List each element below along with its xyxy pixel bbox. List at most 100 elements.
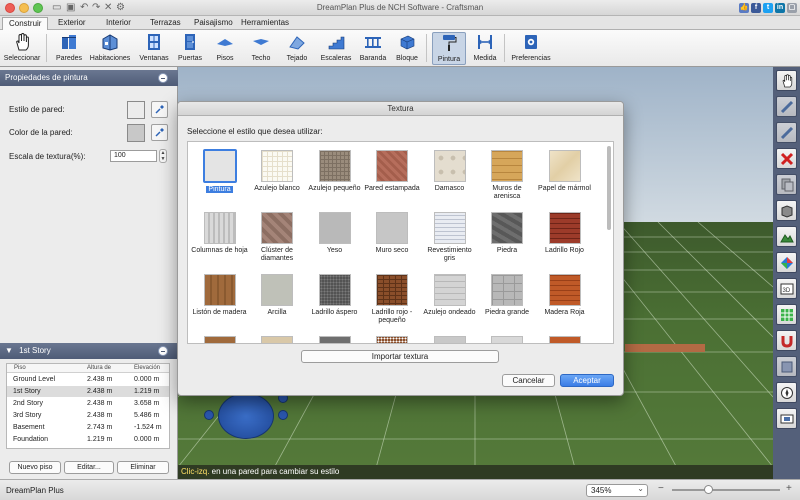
triangle-down-icon[interactable]: ▼ xyxy=(5,346,13,355)
eyedropper-button[interactable] xyxy=(151,101,168,118)
table-row[interactable]: 2nd Story 2.438 m 3.658 m xyxy=(7,398,169,409)
bloque-button[interactable]: Bloque xyxy=(392,32,422,65)
texture-scale-stepper[interactable]: ▲ ▼ xyxy=(159,149,167,163)
3d-view-icon[interactable]: 3D xyxy=(776,278,797,299)
pisos-button[interactable]: Pisos xyxy=(210,32,240,65)
collapse-icon[interactable] xyxy=(158,346,168,356)
texture-gallery[interactable]: Pintura Azulejo blanco Azulejo pequeño Pare… xyxy=(187,141,614,344)
texture-thumbnail xyxy=(203,336,236,343)
wall-color-swatch[interactable] xyxy=(127,124,145,142)
delete-icon[interactable] xyxy=(776,148,797,169)
texture-liston-de-madera[interactable]: Listón de madera xyxy=(191,266,248,328)
texture-partial[interactable] xyxy=(364,328,421,343)
twitter-icon[interactable]: t xyxy=(763,3,773,13)
rotate-left-icon[interactable] xyxy=(204,410,214,420)
eyedropper-button[interactable] xyxy=(151,124,168,141)
accept-button[interactable]: Aceptar xyxy=(560,374,614,387)
wall-style-swatch[interactable] xyxy=(127,101,145,119)
texture-cluster-de-diamantes[interactable]: Clúster de diamantes xyxy=(249,204,306,266)
texture-azulejo-blanco[interactable]: Azulejo blanco xyxy=(249,142,306,204)
tab-herramientas[interactable]: Herramientas xyxy=(235,17,295,30)
new-story-button[interactable]: Nuevo piso xyxy=(9,461,61,474)
tab-construir[interactable]: Construir xyxy=(2,17,49,30)
texture-piedra[interactable]: Piedra xyxy=(479,204,536,266)
rotate-icon[interactable] xyxy=(776,122,797,143)
grid-icon[interactable] xyxy=(776,304,797,325)
texture-revestimiento-gris[interactable]: Revestimiento gris xyxy=(421,204,478,266)
zoom-slider-thumb[interactable] xyxy=(704,485,713,494)
edit-story-button[interactable]: Editar... xyxy=(64,461,114,474)
texture-columnas-de-hoja[interactable]: Columnas de hoja xyxy=(191,204,248,266)
zoom-out-icon[interactable]: − xyxy=(658,483,664,494)
hand-pointer-icon[interactable] xyxy=(776,70,797,91)
habitaciones-button[interactable]: Habitaciones xyxy=(88,32,132,65)
cube-icon[interactable] xyxy=(776,200,797,221)
texture-madera-roja[interactable]: Madera Roja xyxy=(536,266,593,328)
texture-scale-input[interactable]: 100 xyxy=(110,150,157,162)
texture-muro-seco[interactable]: Muro seco xyxy=(364,204,421,266)
color-cube-icon[interactable] xyxy=(776,252,797,273)
ventanas-button[interactable]: Ventanas xyxy=(136,32,172,65)
terrain-icon[interactable] xyxy=(776,226,797,247)
cancel-button[interactable]: Cancelar xyxy=(502,374,555,387)
texture-piedra-grande[interactable]: Piedra grande xyxy=(479,266,536,328)
table-row[interactable]: 3rd Story 2.438 m 5.486 m xyxy=(7,410,169,421)
table-row[interactable]: 1st Story 2.438 m 1.219 m xyxy=(7,386,169,397)
copy-icon[interactable] xyxy=(776,174,797,195)
texture-damasco[interactable]: Damasco xyxy=(421,142,478,204)
zoom-down-icon[interactable] xyxy=(278,410,288,420)
navigation-compass[interactable] xyxy=(218,393,274,439)
tejado-button[interactable]: Tejado xyxy=(282,32,312,65)
tab-terrazas[interactable]: Terrazas xyxy=(144,17,187,30)
preferencias-button[interactable]: Preferencias xyxy=(510,32,552,65)
like-icon[interactable]: 👍 xyxy=(739,3,749,13)
collapse-icon[interactable] xyxy=(158,73,168,83)
zoom-in-icon[interactable]: + xyxy=(786,483,792,494)
pintura-button[interactable]: Pintura xyxy=(432,32,466,65)
tab-interior[interactable]: Interior xyxy=(100,17,137,30)
baranda-button[interactable]: Baranda xyxy=(358,32,388,65)
escaleras-button[interactable]: Escaleras xyxy=(318,32,354,65)
texture-ladrillo-rojo[interactable]: Ladrillo Rojo xyxy=(536,204,593,266)
texture-partial[interactable] xyxy=(479,328,536,343)
tab-paisajismo[interactable]: Paisajismo xyxy=(188,17,239,30)
camera-view-icon[interactable] xyxy=(776,408,797,429)
zoom-select[interactable]: 345% xyxy=(586,483,648,497)
texture-partial[interactable] xyxy=(536,328,593,343)
move-icon[interactable] xyxy=(776,96,797,117)
table-row[interactable]: Basement 2.743 m -1.524 m xyxy=(7,422,169,433)
magnet-icon[interactable] xyxy=(776,330,797,351)
table-row[interactable]: Foundation 1.219 m 0.000 m xyxy=(7,434,169,445)
texture-partial[interactable] xyxy=(306,328,363,343)
texture-ladrillo-rojo-pequeno[interactable]: Ladrillo rojo - pequeño xyxy=(364,266,421,328)
texture-muros-de-arenisca[interactable]: Muros de arenisca xyxy=(479,142,536,204)
delete-story-button[interactable]: Eliminar xyxy=(117,461,169,474)
facebook-icon[interactable]: f xyxy=(751,3,761,13)
texture-azulejo-ondeado[interactable]: Azulejo ondeado xyxy=(421,266,478,328)
seleccionar-button[interactable]: Seleccionar xyxy=(2,32,42,65)
tab-exterior[interactable]: Exterior xyxy=(52,17,92,30)
texture-partial[interactable] xyxy=(421,328,478,343)
texture-pintura[interactable]: Pintura xyxy=(191,142,248,204)
paredes-button[interactable]: Paredes xyxy=(52,32,86,65)
texture-partial[interactable] xyxy=(191,328,248,343)
texture-yeso[interactable]: Yeso xyxy=(306,204,363,266)
table-row[interactable]: Ground Level 2.438 m 0.000 m xyxy=(7,374,169,385)
medida-button[interactable]: Medida xyxy=(470,32,500,65)
texture-papel-de-marmol[interactable]: Papel de mármol xyxy=(536,142,593,204)
right-toolstrip: 3D xyxy=(773,67,800,479)
compass-icon[interactable] xyxy=(776,382,797,403)
puertas-button[interactable]: Puertas xyxy=(174,32,206,65)
import-texture-button[interactable]: Importar textura xyxy=(301,350,499,363)
techo-button[interactable]: Techo xyxy=(246,32,276,65)
texture-pared-estampada[interactable]: Pared estampada xyxy=(364,142,421,204)
scrollbar-thumb[interactable] xyxy=(607,146,611,230)
texture-azulejo-pequeno[interactable]: Azulejo pequeño xyxy=(306,142,363,204)
texture-ladrillo-aspero[interactable]: Ladrillo áspero xyxy=(306,266,363,328)
window-icon[interactable]: ▢ xyxy=(787,3,797,13)
texture-arcilla[interactable]: Arcilla xyxy=(249,266,306,328)
linkedin-icon[interactable]: in xyxy=(775,3,785,13)
layers-icon[interactable] xyxy=(776,356,797,377)
zoom-slider-track[interactable] xyxy=(672,489,780,491)
texture-partial[interactable] xyxy=(249,328,306,343)
